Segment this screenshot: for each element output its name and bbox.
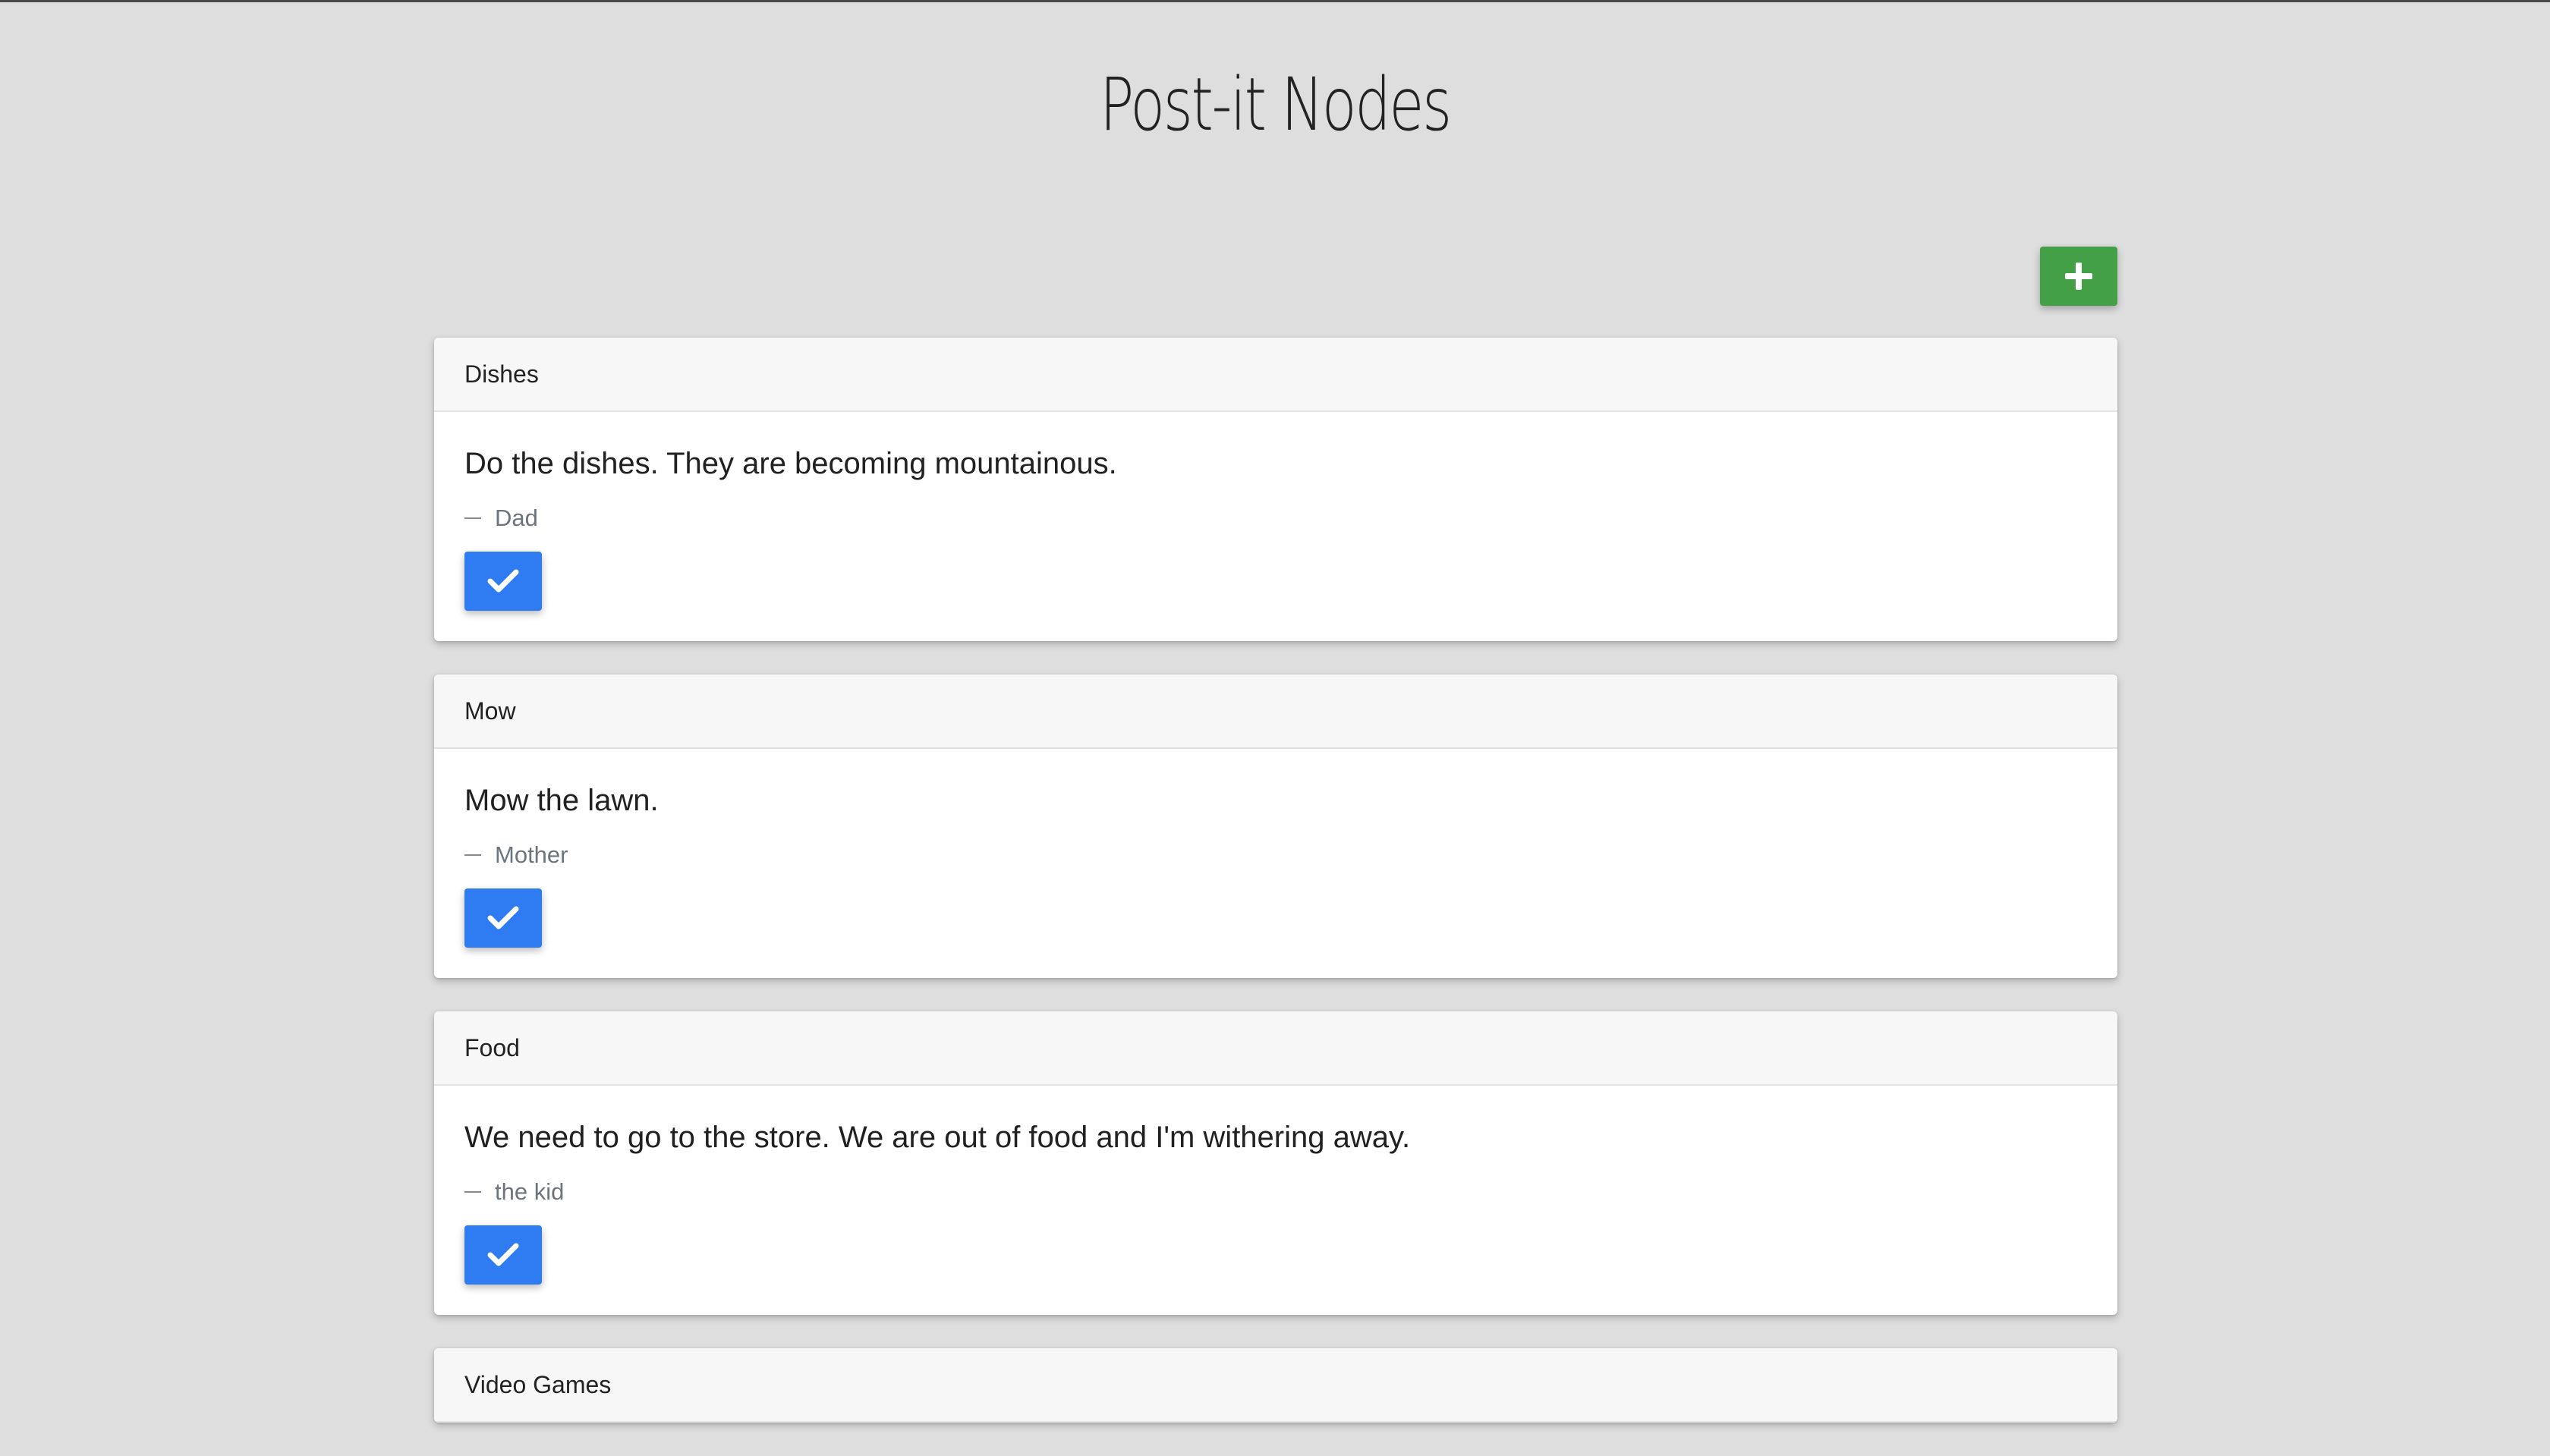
note-title: Food [434, 1011, 2117, 1086]
plus-icon [2065, 263, 2092, 290]
note-text: We need to go to the store. We are out o… [464, 1121, 1411, 1154]
done-button[interactable] [464, 1225, 542, 1285]
note-body: Mow the lawn. Mother [434, 749, 2117, 978]
page-title: Post-it Nodes [1100, 62, 1452, 147]
note-text: Do the dishes. They are becoming mountai… [464, 447, 1117, 480]
checkmark-icon [487, 1243, 519, 1266]
checkmark-icon [487, 906, 519, 929]
note-author: Dad [464, 505, 2087, 532]
note-body: We need to go to the store. We are out o… [434, 1086, 2117, 1315]
dash-icon [464, 854, 481, 856]
note-text: Mow the lawn. [464, 784, 659, 817]
note-card: Mow Mow the lawn. Mother [434, 675, 2117, 978]
note-title: Mow [434, 675, 2117, 749]
dash-icon [464, 1191, 481, 1193]
note-card: Video Games [434, 1348, 2117, 1423]
note-title: Video Games [434, 1348, 2117, 1423]
note-card: Dishes Do the dishes. They are becoming … [434, 338, 2117, 641]
note-author-name: Dad [495, 505, 538, 531]
done-button[interactable] [464, 552, 542, 611]
note-author-name: Mother [495, 841, 568, 868]
dash-icon [464, 517, 481, 519]
checkmark-icon [487, 569, 519, 593]
note-body: Do the dishes. They are becoming mountai… [434, 412, 2117, 641]
note-card: Food We need to go to the store. We are … [434, 1011, 2117, 1315]
notes-list: Dishes Do the dishes. They are becoming … [434, 338, 2117, 1456]
done-button[interactable] [464, 888, 542, 948]
note-author-name: the kid [495, 1178, 565, 1205]
note-title: Dishes [434, 338, 2117, 412]
note-author: Mother [464, 841, 2087, 869]
add-note-button[interactable] [2040, 247, 2117, 306]
note-author: the kid [464, 1178, 2087, 1206]
